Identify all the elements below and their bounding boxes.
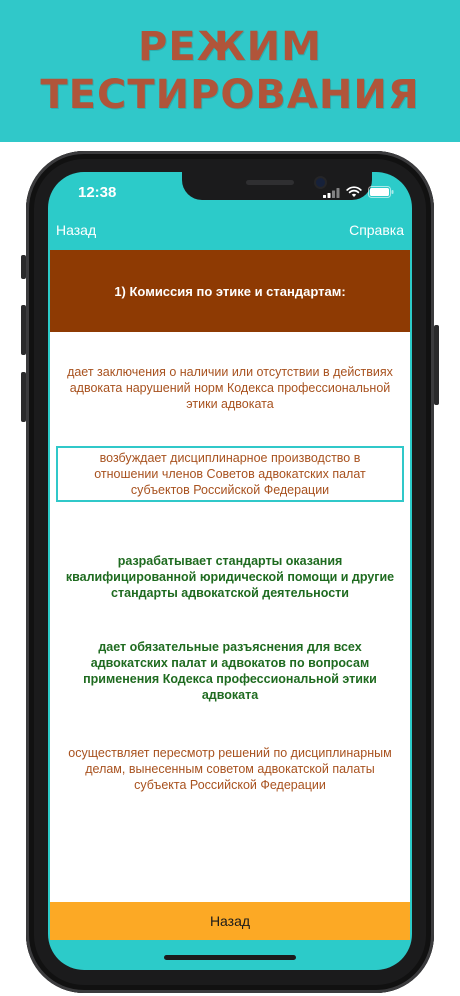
- phone-power-button: [434, 325, 439, 405]
- nav-back-button[interactable]: Назад: [56, 222, 96, 238]
- answer-option-5[interactable]: осуществляет пересмотр решений по дисцип…: [56, 742, 404, 796]
- answer-option-1[interactable]: дает заключения о наличии или отсутствии…: [56, 360, 404, 416]
- speaker-grille: [246, 180, 294, 185]
- status-icons: [323, 186, 394, 198]
- answer-option-3[interactable]: разрабатывает стандарты оказания квалифи…: [56, 550, 404, 604]
- signal-icon: [323, 187, 340, 198]
- answer-option-1-text: дает заключения о наличии или отсутствии…: [67, 365, 393, 411]
- answer-option-2-selected[interactable]: возбуждает дисциплинарное производство в…: [56, 446, 404, 502]
- promo-banner: РЕЖИМ ТЕСТИРОВАНИЯ: [0, 0, 460, 142]
- battery-icon: [368, 186, 394, 198]
- answer-option-2-text: возбуждает дисциплинарное производство в…: [94, 451, 366, 497]
- wifi-icon: [346, 186, 362, 197]
- phone-volume-up-button: [21, 305, 26, 355]
- answer-option-3-text: разрабатывает стандарты оказания квалифи…: [65, 554, 395, 600]
- app-screen: 12:38 Назад Справка 1) Комиссия по этике…: [48, 172, 412, 970]
- question-header: 1) Комиссия по этике и стандартам:: [50, 250, 410, 332]
- phone-mute-switch: [21, 255, 26, 279]
- banner-title-line-1: РЕЖИМ: [138, 24, 322, 70]
- bottom-back-button-label: Назад: [209, 913, 251, 929]
- status-time: 12:38: [78, 184, 117, 201]
- phone-volume-down-button: [21, 372, 26, 422]
- home-indicator[interactable]: [164, 955, 296, 960]
- bottom-back-button[interactable]: Назад: [50, 902, 410, 940]
- nav-help-button[interactable]: Справка: [349, 222, 404, 238]
- quiz-content: 1) Комиссия по этике и стандартам: дает …: [50, 250, 410, 902]
- answer-option-4[interactable]: дает обязательные разъяснения для всех а…: [56, 640, 404, 702]
- answer-option-4-text: дает обязательные разъяснения для всех а…: [83, 640, 377, 702]
- question-text: 1) Комиссия по этике и стандартам:: [114, 283, 346, 299]
- banner-title-line-2: ТЕСТИРОВАНИЯ: [40, 72, 420, 118]
- answer-option-5-text: осуществляет пересмотр решений по дисцип…: [68, 746, 392, 792]
